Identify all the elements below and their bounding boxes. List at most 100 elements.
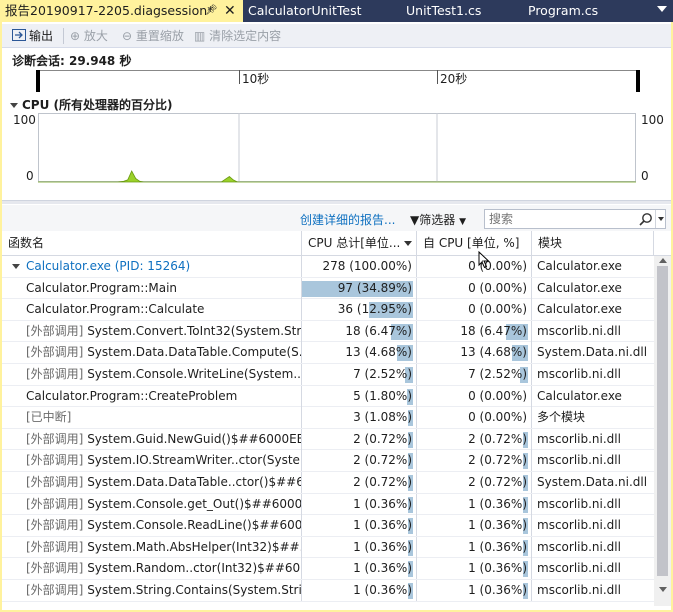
external-call-tag: [外部调用] [26, 475, 84, 489]
clear-selection-label: 清除选定内容 [209, 29, 282, 43]
external-call-tag: [外部调用] [26, 453, 84, 468]
self-cpu-cell: 1 (0.36%) [417, 580, 532, 601]
total-cpu-cell: 13 (4.68%) [302, 342, 417, 364]
function-name-cell: [外部调用] System.Math.AbsHelper(Int32)$##..… [2, 536, 302, 558]
output-button[interactable]: 输出 [12, 24, 53, 48]
function-row[interactable]: Calculator.Program::Main 97 (34.89%) 0 (0.… [2, 277, 654, 300]
function-row[interactable]: [外部调用] System.Console.WriteLine(System..… [2, 364, 654, 386]
column-self-cpu[interactable]: 自 CPU [单位, %] [417, 231, 532, 256]
total-cpu-cell: 1 (0.36%) [302, 493, 417, 515]
function-row[interactable]: [外部调用] System.Convert.ToInt32(System.Str… [2, 320, 654, 343]
total-cpu-cell: 2 (0.72%) [302, 450, 417, 472]
collapse-icon [10, 103, 18, 108]
function-row[interactable]: [外部调用] System.Random..ctor(Int32)$##60..… [2, 558, 654, 580]
function-name-text: System.Guid.NewGuid()$##6000EEF [83, 431, 302, 446]
external-call-tag: [外部调用] [26, 539, 84, 554]
cpu-usage-chart[interactable] [38, 113, 636, 183]
zoom-in-label: 放大 [83, 29, 108, 43]
function-name-cell: [外部调用] System.Data.DataTable..ctor()$##6… [2, 472, 302, 493]
self-cpu-cell: 13 (4.68%) [417, 342, 532, 364]
clear-selection-icon: ▥ [194, 29, 206, 43]
pin-icon[interactable]: 📌︎ [205, 0, 218, 22]
column-module[interactable]: 模块 [532, 231, 654, 256]
reset-zoom-button[interactable]: ⊖ 重置缩放 [122, 24, 184, 48]
column-function-name[interactable]: 函数名 [2, 231, 302, 256]
total-cpu-cell: 1 (0.36%) [302, 558, 417, 580]
function-row[interactable]: [外部调用] System.Console.get_Out()$##6000..… [2, 493, 654, 516]
cpu-title-text: CPU (所有处理器的百分比) [22, 98, 173, 112]
module-cell: Calculator.exe [537, 259, 622, 273]
tab-calculatorunittest[interactable]: CalculatorUnitTest [248, 0, 362, 22]
details-options-bar: 创建详细的报告... ▼筛选器 ▼ [2, 205, 671, 231]
cpu-value-text: 278 (100.00%) [322, 259, 412, 273]
y-axis-min-right: 0 [641, 169, 649, 183]
search-options-dropdown[interactable] [655, 210, 666, 228]
total-cpu-cell: 36 (12.95%) [302, 299, 417, 321]
ruler-tick [239, 70, 240, 84]
module-cell: mscorlib.ni.dll [537, 367, 621, 381]
function-row[interactable]: [外部调用] System.Console.ReadLine()$##600..… [2, 515, 654, 537]
function-name-text: System.Random..ctor(Int32)$##60... [83, 561, 302, 576]
cpu-value-text: 1 (0.36%) [468, 496, 527, 511]
filter-dropdown[interactable]: ▼筛选器 ▼ [410, 211, 466, 228]
search-box[interactable] [484, 209, 666, 229]
function-row[interactable]: [外部调用] System.Math.AbsHelper(Int32)$##..… [2, 536, 654, 559]
cpu-value-text: 7 (2.52%) [468, 367, 527, 381]
total-cpu-cell: 1 (0.36%) [302, 580, 417, 601]
search-icon[interactable] [639, 212, 653, 226]
self-cpu-cell: 0 (0.00%) [417, 299, 532, 321]
process-row[interactable]: Calculator.exe (PID: 15264) 278 (100.00%)… [2, 256, 654, 278]
function-row[interactable]: [外部调用] System.Guid.NewGuid()$##6000EEF 2 … [2, 428, 654, 451]
cpu-value-text: 0 (0.00%) [468, 388, 527, 403]
function-row[interactable]: [已中断] 3 (1.08%) 0 (0.00%) 多个模块 [2, 407, 654, 429]
total-cpu-cell: 2 (0.72%) [302, 428, 417, 450]
cpu-value-text: 1 (0.36%) [353, 496, 412, 511]
scroll-up-icon[interactable] [659, 258, 667, 263]
function-row[interactable]: Calculator.Program::Calculate 36 (12.95%)… [2, 299, 654, 321]
sort-descending-icon [404, 241, 412, 246]
ruler-start-handle[interactable] [36, 70, 40, 92]
total-cpu-cell: 5 (1.80%) [302, 385, 417, 407]
chart-frame [38, 113, 636, 182]
timeline-ruler[interactable]: 10秒 20秒 [36, 70, 640, 94]
total-cpu-cell: 3 (1.08%) [302, 407, 417, 429]
ruler-label-10s: 10秒 [242, 72, 270, 86]
function-row[interactable]: [外部调用] System.IO.StreamWriter..ctor(Syst… [2, 450, 654, 472]
tab-overflow-dropdown-icon[interactable] [657, 6, 667, 12]
column-total-cpu[interactable]: CPU 总计[单位... [302, 231, 417, 256]
panel-splitter[interactable] [2, 200, 671, 204]
function-row[interactable]: [外部调用] System.Data.DataTable..ctor()$##6… [2, 472, 654, 494]
cpu-graph-title[interactable]: CPU (所有处理器的百分比) [10, 96, 173, 113]
ruler-end-handle[interactable] [636, 70, 640, 92]
self-cpu-cell: 7 (2.52%) [417, 364, 532, 385]
expand-collapse-icon[interactable] [12, 264, 20, 269]
tab-unittest1[interactable]: UnitTest1.cs [406, 0, 481, 22]
cpu-value-text: 1 (0.36%) [468, 518, 527, 533]
external-call-tag: [外部调用] [26, 561, 84, 576]
vertical-scrollbar[interactable] [654, 256, 671, 606]
y-axis-min-left: 0 [26, 169, 34, 183]
function-row[interactable]: Calculator.Program::CreateProblem 5 (1.80… [2, 385, 654, 408]
clear-selection-button[interactable]: ▥ 清除选定内容 [194, 24, 281, 48]
ruler-line [36, 70, 640, 71]
function-name-cell: Calculator.Program::CreateProblem [2, 385, 302, 407]
create-detailed-report-link[interactable]: 创建详细的报告... [300, 211, 395, 228]
close-icon[interactable]: ✕ [224, 0, 236, 22]
tab-diagsession[interactable]: 报告20190917-2205.diagsession* 📌︎ ✕ [0, 0, 243, 22]
scroll-down-icon[interactable] [659, 587, 667, 592]
self-cpu-cell: 0 (0.00%) [417, 407, 532, 429]
scrollbar-thumb[interactable] [657, 266, 668, 576]
tab-program[interactable]: Program.cs [528, 0, 598, 22]
search-input[interactable] [489, 211, 637, 227]
zoom-in-button[interactable]: ⊕ 放大 [70, 24, 108, 48]
function-name-cell: [外部调用] System.Console.get_Out()$##6000..… [2, 493, 302, 515]
module-cell: System.Data.ni.dll [537, 345, 648, 360]
cpu-value-text: 2 (0.72%) [353, 475, 412, 489]
function-name-text: System.String.Contains(System.Stri... [83, 583, 302, 597]
cpu-value-text: 2 (0.72%) [468, 431, 527, 446]
output-icon [12, 29, 26, 41]
function-row[interactable]: [外部调用] System.Data.DataTable.Compute(S..… [2, 342, 654, 364]
y-axis-max-left: 100 [13, 113, 36, 127]
function-row[interactable]: [外部调用] System.String.Contains(System.Str… [2, 580, 654, 602]
y-axis-max-right: 100 [641, 113, 664, 127]
